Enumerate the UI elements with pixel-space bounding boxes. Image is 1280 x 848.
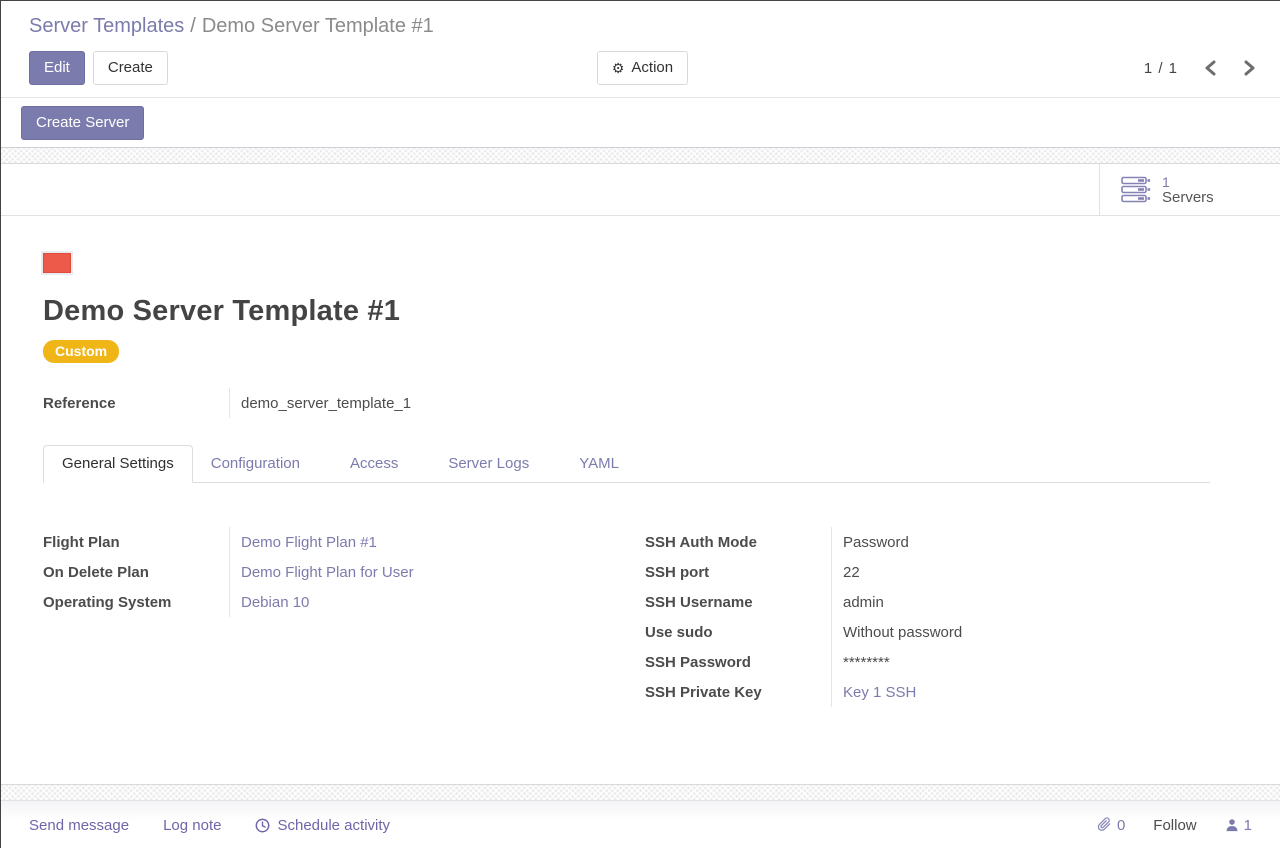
use-sudo-row: Use sudo Without password [645,617,1244,647]
action-button[interactable]: ⚙ Action [597,51,688,85]
ssh-username-value: admin [831,587,1244,617]
pager-value[interactable]: 1 / 1 [1144,60,1178,77]
create-server-button[interactable]: Create Server [21,106,144,140]
flight-plan-row: Flight Plan Demo Flight Plan #1 [43,527,645,557]
attachments-button[interactable]: 0 [1097,817,1125,834]
use-sudo-label: Use sudo [645,624,831,641]
general-settings-page: Flight Plan Demo Flight Plan #1 On Delet… [43,527,1244,707]
breadcrumb-separator: / [190,15,196,37]
follow-button[interactable]: Follow [1153,817,1196,834]
clock-icon [255,818,270,833]
control-panel: Server Templates / Demo Server Template #1… [1,1,1280,98]
on-delete-plan-value-link[interactable]: Demo Flight Plan for User [229,557,645,587]
ssh-password-value: ******** [831,647,1244,677]
tab-server-logs[interactable]: Server Logs [430,446,547,482]
tab-configuration[interactable]: Configuration [193,446,318,482]
tab-general-settings[interactable]: General Settings [43,445,193,483]
gear-icon: ⚙ [612,61,625,75]
edit-button[interactable]: Edit [29,51,85,85]
schedule-activity-button[interactable]: Schedule activity [255,817,390,834]
ssh-private-key-label: SSH Private Key [645,684,831,701]
ssh-password-label: SSH Password [645,654,831,671]
breadcrumb: Server Templates / Demo Server Template #1 [29,13,1256,39]
pager: 1 / 1 [1144,60,1256,77]
button-box: 1 Servers [1,164,1280,216]
notebook-tabs: General Settings Configuration Access Se… [43,445,1210,483]
ssh-private-key-row: SSH Private Key Key 1 SSH [645,677,1244,707]
custom-badge: Custom [43,340,119,363]
statusbar: Create Server [1,98,1280,148]
send-message-button[interactable]: Send message [29,817,129,834]
pager-next-icon[interactable] [1243,60,1256,76]
log-note-button[interactable]: Log note [163,817,221,834]
servers-count: 1 [1162,174,1214,190]
ssh-port-value: 22 [831,557,1244,587]
ssh-auth-mode-value: Password [831,527,1244,557]
operating-system-value-link[interactable]: Debian 10 [229,587,645,617]
schedule-activity-label: Schedule activity [277,817,390,834]
pager-previous-icon[interactable] [1204,60,1217,76]
reference-field-row: Reference demo_server_template_1 [43,388,645,418]
action-button-label: Action [631,58,673,78]
sheet-bottom-band [1,784,1280,801]
ssh-username-label: SSH Username [645,594,831,611]
ssh-port-label: SSH port [645,564,831,581]
breadcrumb-current: Demo Server Template #1 [202,15,434,37]
use-sudo-value: Without password [831,617,1244,647]
person-icon [1225,818,1239,832]
ssh-username-row: SSH Username admin [645,587,1244,617]
followers-button[interactable]: 1 [1225,817,1252,834]
ssh-auth-mode-row: SSH Auth Mode Password [645,527,1244,557]
ssh-port-row: SSH port 22 [645,557,1244,587]
ssh-password-row: SSH Password ******** [645,647,1244,677]
template-image [43,253,71,273]
record-title: Demo Server Template #1 [43,295,1244,328]
form-sheet: 1 Servers Demo Server Template #1 Custom… [1,164,1280,784]
flight-plan-label: Flight Plan [43,534,229,551]
attachments-count: 0 [1117,817,1125,834]
operating-system-row: Operating System Debian 10 [43,587,645,617]
tab-yaml[interactable]: YAML [561,446,637,482]
create-button[interactable]: Create [93,51,168,85]
server-icon [1121,176,1151,204]
tab-access[interactable]: Access [332,446,416,482]
ssh-auth-mode-label: SSH Auth Mode [645,534,831,551]
servers-stat-button[interactable]: 1 Servers [1099,164,1280,215]
on-delete-plan-label: On Delete Plan [43,564,229,581]
sheet-top-band [1,148,1280,164]
paperclip-icon [1097,817,1112,833]
followers-count: 1 [1244,817,1252,834]
flight-plan-value-link[interactable]: Demo Flight Plan #1 [229,527,645,557]
reference-label: Reference [43,395,229,412]
breadcrumb-parent-link[interactable]: Server Templates [29,15,184,37]
operating-system-label: Operating System [43,594,229,611]
on-delete-plan-row: On Delete Plan Demo Flight Plan for User [43,557,645,587]
servers-label: Servers [1162,190,1214,206]
reference-value: demo_server_template_1 [229,388,645,418]
ssh-private-key-value-link[interactable]: Key 1 SSH [831,677,1244,707]
chatter-toolbar: Send message Log note Schedule activity … [1,801,1280,848]
